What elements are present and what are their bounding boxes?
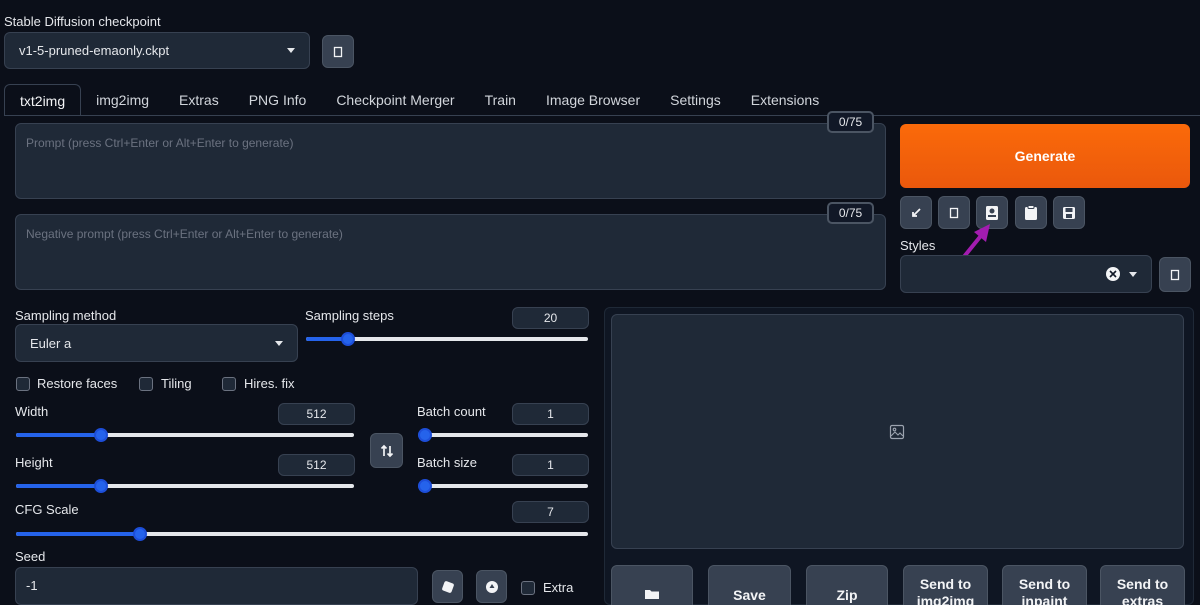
send-to-extras-button[interactable]: Send to extras (1100, 565, 1185, 605)
height-input[interactable]: 512 (278, 454, 355, 476)
width-input[interactable]: 512 (278, 403, 355, 425)
slider-thumb[interactable] (341, 332, 355, 346)
slider-thumb[interactable] (418, 479, 432, 493)
tab-png-info[interactable]: PNG Info (234, 84, 322, 116)
batch-size-label: Batch size (417, 455, 477, 470)
tab-img2img[interactable]: img2img (81, 84, 164, 116)
output-gallery (611, 314, 1184, 549)
save-icon (1063, 206, 1075, 219)
batch-count-label: Batch count (417, 404, 486, 419)
zip-button[interactable]: Zip (806, 565, 888, 605)
cfg-scale-slider[interactable] (16, 527, 588, 541)
cfg-scale-label: CFG Scale (15, 502, 79, 517)
negative-prompt-token-counter: 0/75 (827, 202, 874, 224)
batch-count-slider[interactable] (418, 428, 588, 442)
refresh-checkpoint-button[interactable] (322, 35, 354, 68)
prompt-input[interactable]: Prompt (press Ctrl+Enter or Alt+Enter to… (15, 123, 886, 199)
swap-dimensions-button[interactable] (370, 433, 403, 468)
clipboard-icon (1025, 204, 1037, 220)
sampling-steps-input[interactable]: 20 (512, 307, 589, 329)
sampling-method-label: Sampling method (15, 308, 117, 323)
checkpoint-dropdown[interactable]: v1-5-pruned-emaonly.ckpt (4, 32, 310, 69)
slider-thumb[interactable] (133, 527, 147, 541)
swap-icon (380, 444, 393, 457)
seed-label: Seed (15, 549, 46, 564)
refresh-icon (1170, 269, 1180, 280)
save-style-button[interactable] (1053, 196, 1085, 229)
tab-divider (4, 115, 1200, 116)
folder-icon (645, 590, 659, 599)
send-to-img2img-button[interactable]: Send to img2img (903, 565, 988, 605)
seed-input[interactable]: -1 (15, 567, 418, 605)
slider-thumb[interactable] (418, 428, 432, 442)
prompt-token-counter: 0/75 (827, 111, 874, 133)
sampling-steps-slider[interactable] (306, 332, 588, 346)
generate-button[interactable]: Generate (900, 124, 1190, 188)
chevron-down-icon (287, 48, 295, 53)
read-params-button[interactable] (900, 196, 932, 229)
slider-thumb[interactable] (94, 479, 108, 493)
tiling-checkbox[interactable] (139, 377, 153, 391)
refresh-icon (333, 46, 343, 57)
width-label: Width (15, 404, 49, 419)
tab-bar: txt2img img2img Extras PNG Info Checkpoi… (4, 84, 834, 116)
card-icon (986, 205, 998, 220)
tab-extras[interactable]: Extras (164, 84, 234, 116)
batch-size-slider[interactable] (418, 479, 588, 493)
batch-size-input[interactable]: 1 (512, 454, 589, 476)
arrow-down-left-icon (912, 207, 921, 217)
image-icon (889, 424, 905, 440)
cfg-scale-input[interactable]: 7 (512, 501, 589, 523)
restore-faces-label: Restore faces (37, 376, 118, 391)
styles-dropdown[interactable] (900, 255, 1152, 293)
width-slider[interactable] (16, 428, 354, 442)
height-slider[interactable] (16, 479, 354, 493)
sampling-method-dropdown[interactable]: Euler a (15, 324, 298, 362)
tab-train[interactable]: Train (470, 84, 531, 116)
send-to-inpaint-button[interactable]: Send to inpaint (1002, 565, 1087, 605)
extra-seed-checkbox[interactable] (521, 581, 535, 595)
sampling-method-value: Euler a (30, 335, 72, 351)
refresh-styles-button[interactable] (1159, 257, 1191, 292)
hires-fix-checkbox[interactable] (222, 377, 236, 391)
checkpoint-value: v1-5-pruned-emaonly.ckpt (19, 43, 170, 58)
clear-icon[interactable] (1105, 266, 1121, 282)
open-folder-button[interactable] (611, 565, 693, 605)
slider-thumb[interactable] (94, 428, 108, 442)
save-button[interactable]: Save (708, 565, 791, 605)
batch-count-input[interactable]: 1 (512, 403, 589, 425)
height-label: Height (15, 455, 53, 470)
reuse-seed-button[interactable] (476, 570, 507, 603)
tab-settings[interactable]: Settings (655, 84, 736, 116)
tab-image-browser[interactable]: Image Browser (531, 84, 655, 116)
random-seed-button[interactable] (432, 570, 463, 603)
hires-fix-label: Hires. fix (244, 376, 295, 391)
chevron-down-icon (1129, 271, 1137, 277)
styles-label: Styles (900, 238, 936, 253)
trash-icon (949, 207, 959, 218)
apply-style-button[interactable] (1015, 196, 1047, 229)
dice-icon (441, 580, 454, 593)
negative-prompt-input[interactable]: Negative prompt (press Ctrl+Enter or Alt… (15, 214, 886, 290)
tab-checkpoint-merger[interactable]: Checkpoint Merger (321, 84, 469, 116)
recycle-icon (485, 580, 498, 593)
restore-faces-checkbox[interactable] (16, 377, 30, 391)
tiling-label: Tiling (161, 376, 192, 391)
tab-extensions[interactable]: Extensions (736, 84, 834, 116)
extra-seed-label: Extra (543, 580, 574, 595)
sampling-steps-label: Sampling steps (305, 308, 394, 323)
chevron-down-icon (275, 340, 283, 346)
tab-txt2img[interactable]: txt2img (4, 84, 82, 116)
checkpoint-title: Stable Diffusion checkpoint (4, 14, 161, 29)
